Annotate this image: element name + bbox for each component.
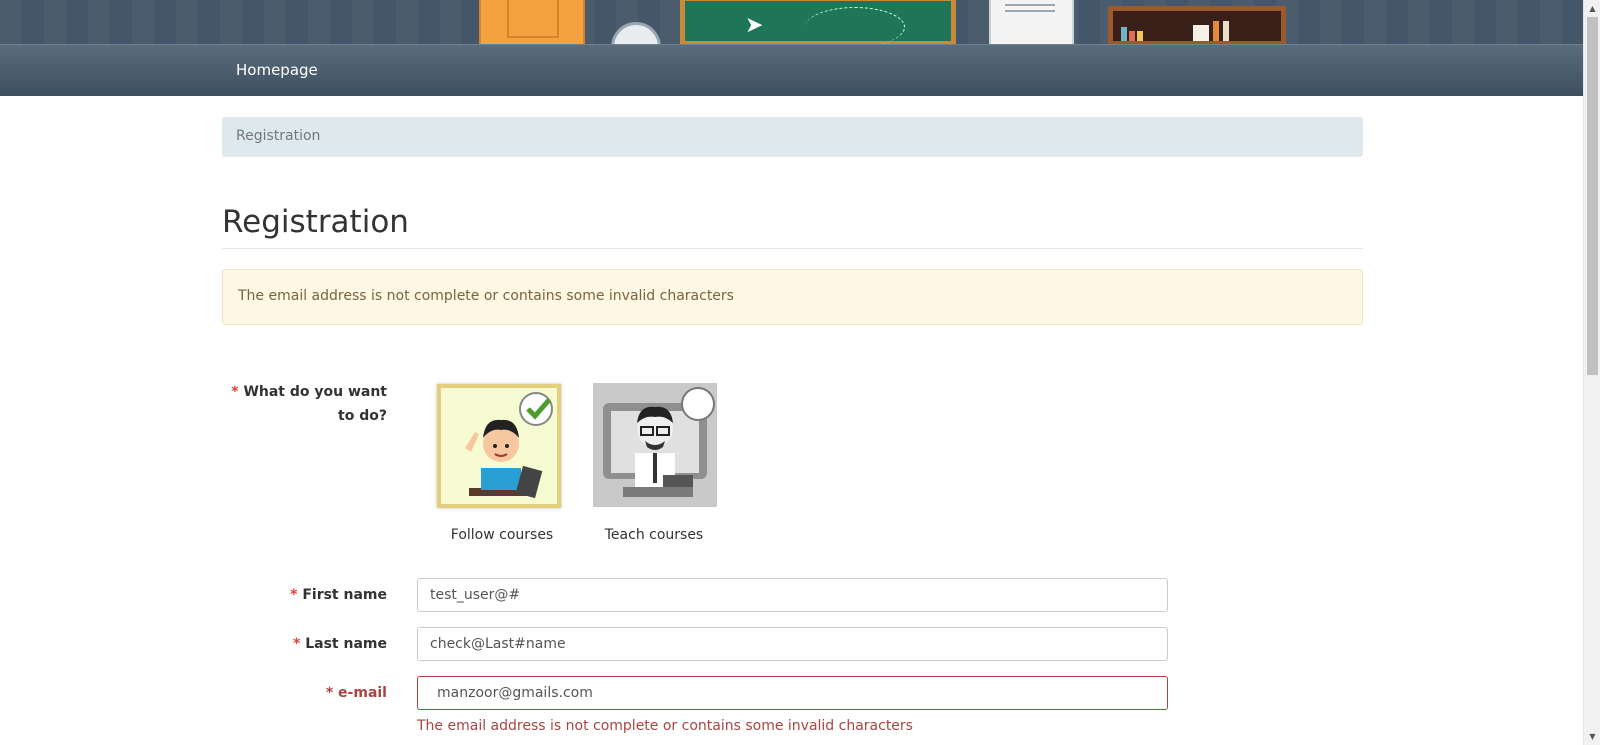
email-label-text: e-mail — [338, 685, 387, 701]
page-title: Registration — [222, 204, 409, 240]
breadcrumb-current: Registration — [236, 128, 321, 144]
last-name-field[interactable] — [417, 627, 1168, 661]
role-option-follow-courses[interactable] — [437, 384, 561, 508]
last-name-label: * Last name — [220, 636, 387, 652]
scroll-down-icon[interactable]: ▼ — [1584, 728, 1600, 745]
email-field[interactable] — [417, 676, 1168, 710]
nav-homepage-link[interactable]: Homepage — [236, 61, 318, 79]
unselected-radio-icon — [681, 387, 715, 421]
warning-alert: The email address is not complete or con… — [222, 269, 1363, 325]
chalkboard-illustration: ➤ — [680, 0, 956, 44]
required-marker: * — [231, 384, 239, 400]
paper-illustration — [989, 0, 1074, 44]
door-illustration — [479, 0, 585, 44]
selected-check-icon — [519, 392, 553, 426]
bookshelf-illustration — [1108, 6, 1286, 44]
alert-message: The email address is not complete or con… — [238, 288, 734, 304]
first-name-field[interactable] — [417, 578, 1168, 612]
scroll-up-icon[interactable]: ▲ — [1584, 0, 1600, 17]
clock-illustration — [611, 22, 661, 44]
top-nav: Homepage — [0, 44, 1583, 96]
last-name-label-text: Last name — [305, 636, 387, 652]
required-marker: * — [325, 685, 334, 701]
email-error-message: The email address is not complete or con… — [417, 718, 913, 734]
role-label-text: What do you want to do? — [243, 384, 387, 424]
first-name-label-text: First name — [302, 587, 387, 603]
role-option-teach-courses[interactable] — [593, 383, 717, 507]
scroll-thumb[interactable] — [1587, 17, 1598, 375]
header-banner: ➤ — [0, 0, 1583, 44]
role-label: * What do you want to do? — [220, 380, 387, 428]
title-divider — [222, 248, 1363, 249]
role-teach-caption[interactable]: Teach courses — [579, 527, 729, 543]
breadcrumb: Registration — [222, 117, 1363, 157]
paper-plane-icon: ➤ — [745, 13, 764, 38]
first-name-label: * First name — [220, 587, 387, 603]
role-follow-caption[interactable]: Follow courses — [427, 527, 577, 543]
page-scrollbar[interactable]: ▲ ▼ — [1583, 0, 1600, 745]
required-marker: * — [290, 587, 298, 603]
required-marker: * — [293, 636, 301, 652]
email-label: * e-mail — [220, 685, 387, 701]
